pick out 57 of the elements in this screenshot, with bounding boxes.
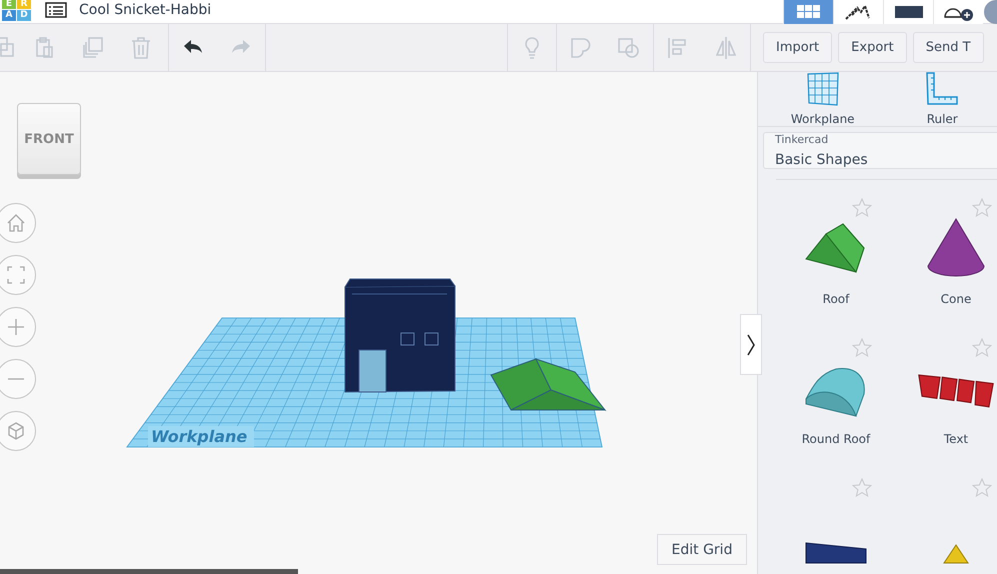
tool-label: Workplane [790,112,855,126]
duplicate-icon [81,36,105,60]
star-icon[interactable] [972,198,992,218]
home-button[interactable] [0,203,36,243]
grid-icon [796,5,820,19]
workplane-label: Workplane [148,426,254,447]
roof-model[interactable] [490,358,606,412]
workplane-icon [806,72,840,106]
perspective-button[interactable] [0,411,36,451]
library-name: Basic Shapes [775,152,868,168]
shape-tile[interactable]: Roof [776,198,896,318]
fit-button[interactable] [0,255,36,295]
star-icon[interactable] [972,478,992,498]
design-title[interactable]: Cool Snicket-Habbi [79,2,212,18]
tool-label: Ruler [926,112,958,126]
pyramid-shape-drawing [943,544,969,564]
mirror-icon [714,36,738,60]
brick-icon [894,6,922,18]
shape-label: Round Roof [802,432,870,446]
view-mode-button[interactable] [833,0,883,24]
shape-label: Text [944,432,968,446]
star-icon[interactable] [852,338,872,358]
workplane-tool[interactable]: Workplane [758,72,888,126]
shape-label: Roof [822,292,850,306]
toolbar-button[interactable]: Import [763,32,832,63]
star-icon[interactable] [852,198,872,218]
ruler-tool[interactable]: Ruler [887,72,997,126]
ruler-icon [925,72,960,106]
toolbar-button[interactable]: Export [838,32,907,63]
shape-group-icon [569,36,593,60]
shape-library-dropdown[interactable]: Tinkercad Basic Shapes [763,132,997,169]
collapse-panel-button[interactable] [740,314,762,375]
house-model[interactable] [344,278,456,392]
scrollbar[interactable] [0,569,298,574]
toolbar-button[interactable]: Send T [912,32,984,63]
edit-grid-button[interactable]: Edit Grid [657,534,747,565]
shape-label: Cone [940,292,972,306]
star-icon[interactable] [972,338,992,358]
trash-icon [129,36,153,60]
home-icon [6,213,26,233]
shape-tile[interactable]: Round Roof [776,338,896,458]
fit-view-icon [6,265,26,285]
avatar-icon[interactable] [984,0,997,24]
star-icon[interactable] [852,478,872,498]
shape-ungroup-icon [617,36,641,60]
zoom-in-button[interactable] [0,307,36,347]
shape-tile[interactable]: Cone [896,198,997,318]
zoom-out-button[interactable] [0,359,36,399]
cube-icon [6,421,26,441]
chevron-right-icon [747,334,755,356]
shape-tile[interactable]: Text [896,338,997,458]
zoom-in-icon [6,317,26,337]
view-mode-button[interactable] [933,0,983,24]
box-shape-drawing [805,542,867,564]
list-icon[interactable] [45,2,67,18]
library-source: Tinkercad [775,133,828,146]
view-mode-button[interactable] [883,0,933,24]
